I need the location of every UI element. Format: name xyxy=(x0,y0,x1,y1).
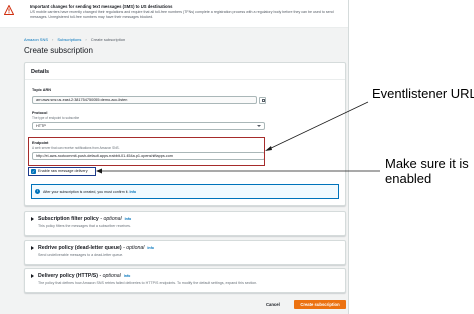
confirm-note-text: After your subscription is created, you … xyxy=(43,190,129,194)
annotation-enable-line1: Make sure it is xyxy=(385,156,469,171)
aws-console-screenshot: Important changes for sending text messa… xyxy=(0,0,349,314)
protocol-select[interactable]: HTTP xyxy=(32,122,265,130)
filter-policy-section[interactable]: Subscription filter policy - optional Inf… xyxy=(24,211,346,236)
redrive-policy-desc: Send undeliverable messages to a dead-le… xyxy=(38,253,124,257)
section-optional: - optional xyxy=(99,273,121,279)
expand-caret-icon xyxy=(31,246,34,250)
protocol-description: The type of endpoint to subscribe xyxy=(32,116,80,120)
topic-arn-label: Topic ARN xyxy=(32,88,51,92)
raw-delivery-label: Enable raw message delivery xyxy=(38,169,88,173)
chevron-right-icon: › xyxy=(85,37,87,42)
section-info-link[interactable]: Info xyxy=(124,274,131,278)
copy-arn-button[interactable] xyxy=(259,96,266,104)
section-optional: - optional xyxy=(100,216,122,222)
page-title: Create subscription xyxy=(24,46,93,55)
details-header: Details xyxy=(25,63,345,80)
filter-policy-desc: This policy filters the messages that a … xyxy=(38,224,131,228)
alert-body: US mobile carriers have recently changed… xyxy=(30,10,334,19)
confirm-info-text: After your subscription is created, you … xyxy=(43,190,136,194)
cancel-button[interactable]: Cancel xyxy=(266,302,280,307)
section-title: Delivery policy (HTTP/S) xyxy=(38,273,98,279)
section-info-link[interactable]: Info xyxy=(125,217,132,221)
expand-caret-icon xyxy=(31,217,34,221)
delivery-policy-desc: The policy that defines how Amazon SNS r… xyxy=(38,281,258,285)
sms-alert-banner: Important changes for sending text messa… xyxy=(0,0,348,28)
section-info-link[interactable]: Info xyxy=(147,246,154,250)
alert-title: Important changes for sending text messa… xyxy=(30,4,173,9)
confirm-info-link[interactable]: Info xyxy=(129,190,136,194)
breadcrumb-subscriptions[interactable]: Subscriptions xyxy=(57,37,81,42)
redrive-policy-section[interactable]: Redrive policy (dead-letter queue) - opt… xyxy=(24,240,346,265)
annotation-enable-line2: enabled xyxy=(385,171,432,186)
create-subscription-button[interactable]: Create subscription xyxy=(294,300,346,309)
breadcrumb: Amazon SNS › Subscriptions › Create subscrip… xyxy=(24,37,125,42)
caret-down-icon xyxy=(257,125,261,127)
details-heading: Details xyxy=(31,69,50,75)
breadcrumb-sns[interactable]: Amazon SNS xyxy=(24,37,48,42)
chevron-right-icon: › xyxy=(52,37,54,42)
info-icon: i xyxy=(35,189,40,194)
section-title: Subscription filter policy xyxy=(38,216,99,222)
topic-arn-input[interactable]: arn:aws:sns:us-east-2:381754750055:demo-… xyxy=(32,96,257,104)
section-title: Redrive policy (dead-letter queue) xyxy=(38,245,122,251)
protocol-label: Protocol xyxy=(32,111,48,115)
redrive-policy-title: Redrive policy (dead-letter queue) - opt… xyxy=(38,245,154,251)
protocol-value: HTTP xyxy=(36,124,46,128)
expand-caret-icon xyxy=(31,274,34,278)
annotation-eventlistener-url: Eventlistener URL xyxy=(372,86,474,101)
breadcrumb-current: Create subscription xyxy=(90,37,126,42)
delivery-policy-section[interactable]: Delivery policy (HTTP/S) - optional Info … xyxy=(24,268,346,293)
raw-delivery-checkbox[interactable]: ✓ xyxy=(31,169,36,174)
section-optional: - optional xyxy=(123,245,145,251)
endpoint-highlight-box xyxy=(28,137,265,166)
filter-policy-title: Subscription filter policy - optional Inf… xyxy=(38,216,131,222)
delivery-policy-title: Delivery policy (HTTP/S) - optional Info xyxy=(38,273,130,279)
confirm-info-alert: i After your subscription is created, yo… xyxy=(31,184,339,199)
copy-icon xyxy=(262,98,265,102)
warning-icon xyxy=(4,5,14,15)
